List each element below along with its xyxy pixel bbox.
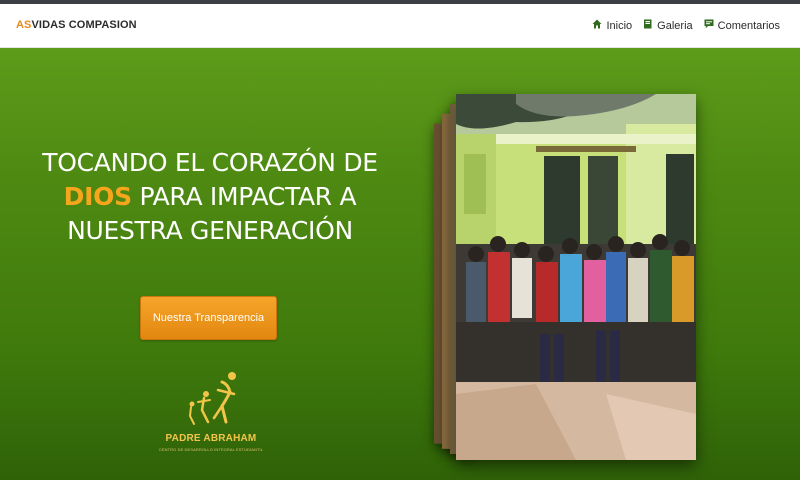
brand-name: VIDAS COMPASION (31, 19, 137, 31)
book-icon (643, 19, 653, 32)
headline-highlight: DIOS (63, 182, 132, 211)
nav-item-label: Galeria (657, 19, 693, 32)
home-icon (592, 19, 602, 32)
photo-gallery-stack[interactable] (428, 94, 708, 464)
running-figures-icon (188, 372, 236, 425)
headline-line-3: NUESTRA GENERACIÓN (67, 216, 353, 245)
nav-item-comentarios[interactable]: Comentarios (704, 19, 780, 32)
logo-name: PADRE ABRAHAM (165, 433, 257, 444)
gallery-photo[interactable] (456, 94, 696, 460)
transparency-button[interactable]: Nuestra Transparencia (140, 296, 277, 340)
comment-icon (704, 19, 714, 32)
nav-item-galeria[interactable]: Galeria (643, 19, 693, 32)
hero-section: TOCANDO EL CORAZÓN DE DIOS PARA IMPACTAR… (0, 48, 800, 480)
brand-accent: AS (16, 19, 32, 31)
logo-subtitle: CENTRO DE DESARROLLO INTEGRAL ESTUDIANTI… (158, 447, 264, 452)
nav-item-inicio[interactable]: Inicio (592, 19, 632, 32)
nav-menu: Inicio Galeria Comentarios (592, 19, 780, 32)
nav-item-label: Inicio (606, 19, 633, 32)
hero-headline: TOCANDO EL CORAZÓN DE DIOS PARA IMPACTAR… (0, 146, 420, 248)
headline-line-1: TOCANDO EL CORAZÓN DE (42, 148, 378, 177)
headline-line-2: DIOS PARA IMPACTAR A (0, 180, 420, 214)
nav-item-label: Comentarios (717, 19, 780, 32)
padre-abraham-logo: PADRE ABRAHAM CENTRO DE DESARROLLO INTEG… (156, 370, 266, 470)
brand-logo[interactable]: ASVIDAS COMPASION (16, 19, 137, 31)
navbar: ASVIDAS COMPASION Inicio Galeria Comenta… (0, 4, 800, 48)
group-photo-image (456, 94, 696, 460)
headline-line-2-rest: PARA IMPACTAR A (131, 182, 357, 211)
